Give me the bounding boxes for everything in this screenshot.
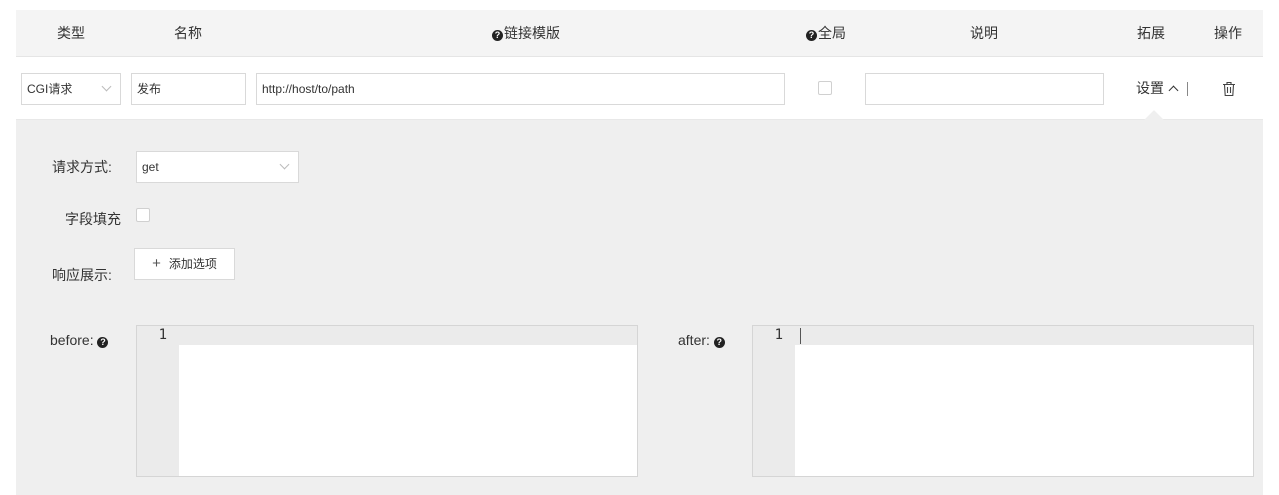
column-header-link-template: ? 链接模版 [456,10,596,56]
column-header-actions: 操作 [1214,25,1242,41]
column-header-extension: 拓展 [1137,25,1165,41]
column-header-global: ? 全局 [786,10,866,56]
help-icon[interactable]: ? [806,30,817,41]
help-icon[interactable]: ? [713,337,725,348]
settings-toggle-label: 设置 [1136,80,1164,96]
request-method-select[interactable]: get [136,151,299,183]
plus-icon: + [152,255,161,272]
before-code-editor[interactable]: 1 [136,325,638,477]
after-label-text: after: [678,332,710,348]
column-header-name: 名称 [174,25,202,41]
chevron-down-icon [101,81,112,92]
settings-toggle[interactable]: 设置 [1136,73,1179,103]
table-header: 类型 名称 ? 链接模版 ? 全局 说明 拓展 操作 [16,10,1263,57]
link-template-input[interactable]: http://host/to/path [256,73,785,105]
description-input[interactable] [865,73,1104,105]
after-label: after: ? [678,332,726,348]
active-line [179,326,637,345]
request-method-value: get [142,160,159,174]
editor-gutter [753,326,795,476]
divider [1187,82,1188,96]
link-config-table: 类型 名称 ? 链接模版 ? 全局 说明 拓展 操作 CGI请求 发布 http:/… [16,10,1263,495]
add-option-label: 添加选项 [168,257,217,271]
text-cursor [800,328,801,344]
name-input[interactable]: 发布 [131,73,246,105]
column-header-type: 类型 [57,25,85,41]
before-label-text: before: [50,332,94,348]
type-select[interactable]: CGI请求 [21,73,121,105]
type-select-value: CGI请求 [27,82,73,96]
chevron-up-icon [1168,85,1179,96]
field-fill-label: 字段填充 [65,211,121,227]
line-number: 1 [158,327,167,343]
help-icon[interactable]: ? [97,337,109,348]
line-number: 1 [774,327,783,343]
settings-panel: 请求方式: get 字段填充 响应展示: + 添加选项 before: ? 1 a… [16,110,1263,495]
active-line [795,326,1253,345]
column-header-global-label: 全局 [818,25,846,41]
chevron-down-icon [279,159,290,170]
editor-gutter [137,326,179,476]
table-row: CGI请求 发布 http://host/to/path 设置 [16,57,1263,120]
column-header-description: 说明 [970,25,998,41]
request-method-label: 请求方式: [52,159,112,175]
trash-icon[interactable] [1222,81,1236,97]
help-icon[interactable]: ? [492,30,503,41]
global-checkbox[interactable] [818,81,832,95]
before-label: before: ? [50,332,109,348]
add-option-button[interactable]: + 添加选项 [134,248,235,280]
field-fill-checkbox[interactable] [136,208,150,222]
column-header-link-template-label: 链接模版 [504,25,560,41]
response-display-label: 响应展示: [52,267,112,283]
after-code-editor[interactable]: 1 [752,325,1254,477]
